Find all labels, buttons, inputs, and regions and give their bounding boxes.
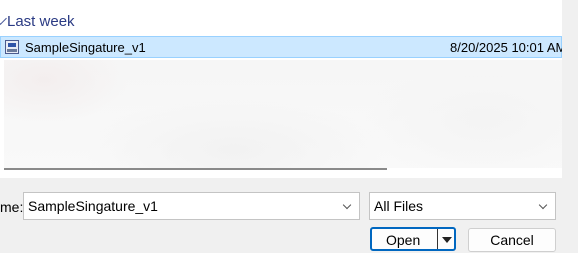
file-name-label: me: bbox=[0, 199, 24, 215]
blurred-file-list-area bbox=[4, 60, 562, 168]
chevron-down-icon[interactable] bbox=[0, 11, 7, 25]
cancel-button-label: Cancel bbox=[490, 232, 534, 248]
image-file-icon bbox=[5, 40, 19, 54]
cancel-button[interactable]: Cancel bbox=[468, 228, 556, 252]
file-type-value: All Files bbox=[374, 198, 424, 214]
file-date-cell: 8/20/2025 10:01 AM bbox=[450, 40, 562, 55]
file-type-select[interactable]: All Files bbox=[369, 192, 556, 220]
open-dropdown-arrow-icon[interactable] bbox=[442, 237, 452, 243]
group-header-label: Last week bbox=[7, 12, 75, 30]
open-split-divider bbox=[437, 229, 438, 249]
chevron-down-icon[interactable] bbox=[538, 200, 548, 210]
file-name-cell: SampleSingature_v1 bbox=[25, 39, 146, 55]
pane-edge bbox=[562, 0, 578, 178]
file-name-input[interactable]: SampleSingature_v1 bbox=[24, 198, 158, 214]
file-name-combobox[interactable]: SampleSingature_v1 bbox=[23, 192, 360, 220]
horizontal-scrollbar[interactable] bbox=[4, 168, 387, 170]
file-row[interactable]: SampleSingature_v1 8/20/2025 10:01 AM bbox=[0, 36, 562, 58]
group-header-last-week[interactable]: Last week bbox=[0, 10, 75, 32]
open-button-label: Open bbox=[386, 232, 421, 248]
chevron-down-icon[interactable] bbox=[342, 200, 352, 210]
file-list-pane[interactable]: Last week SampleSingature_v1 8/20/2025 1… bbox=[0, 0, 562, 178]
